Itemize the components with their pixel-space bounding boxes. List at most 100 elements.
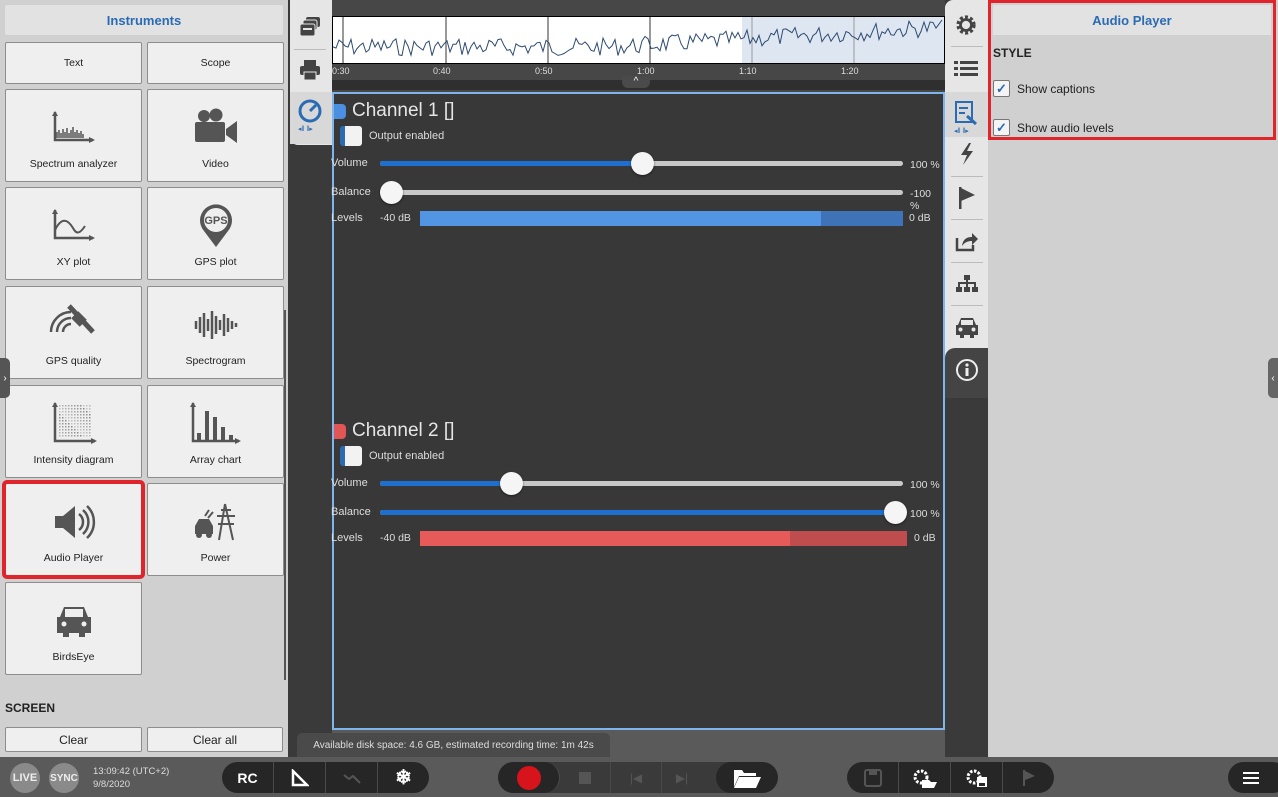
svg-text:◂‖ ‖▸: ◂‖ ‖▸ [298, 126, 313, 133]
instrument-tile-label: Audio Player [43, 552, 104, 564]
menu-list-button[interactable] [1228, 762, 1278, 793]
skip-forward-icon[interactable]: ▶| [662, 762, 702, 793]
instruments-panel: Instruments Text Scope Spectrum analyzer Vi… [0, 0, 288, 757]
instrument-tile-array-chart[interactable]: Array chart [147, 385, 284, 478]
instrument-tile-audio-player[interactable]: Audio Player [2, 480, 145, 579]
xy-plot-icon [6, 202, 141, 250]
option-checkbox[interactable]: ✓ [993, 119, 1010, 136]
freeze-snowflake-icon[interactable]: ❄ [378, 762, 429, 793]
instrument-tile-birdseye[interactable]: BirdsEye [5, 582, 142, 675]
timeline-tick-label: 0:50 [535, 66, 553, 76]
clear-button[interactable]: Clear [5, 727, 142, 752]
timeline-scroll-bar[interactable]: ^ [332, 76, 945, 90]
instrument-tile-label: Text [63, 57, 84, 69]
timeline-plot[interactable] [332, 16, 945, 64]
collapse-right-panel-tab[interactable]: ‹ [1268, 358, 1278, 398]
clock-time: 13:09:42 (UTC+2) [93, 766, 170, 777]
instrument-properties-icon[interactable]: ◂‖ ‖▸ [954, 100, 980, 137]
layers-icon[interactable] [298, 15, 322, 42]
screen-section-title: SCREEN [5, 701, 56, 715]
channel-color-swatch [334, 423, 346, 439]
volume-value: 100 % [910, 159, 940, 171]
instrument-tile-gps-quality[interactable]: GPS quality [5, 286, 142, 379]
audio-player-instrument: Channel 1 [] Output enabled Volume 100 %… [331, 92, 945, 730]
channel-name: Channel 2 [] [352, 420, 455, 441]
rc-button[interactable]: RC [222, 762, 274, 793]
instrument-tile-label: GPS quality [45, 355, 102, 367]
levels-min-label: -40 dB [380, 532, 411, 544]
channel-title: Channel 2 [] [334, 420, 454, 442]
instrument-tile-intensity-diagram[interactable]: Intensity diagram [5, 385, 142, 478]
collapse-timeline-icon[interactable]: ^ [622, 76, 650, 88]
balance-slider[interactable] [380, 190, 903, 195]
clear-all-button[interactable]: Clear all [147, 727, 283, 752]
satellite-icon [6, 301, 141, 349]
option-label: Show audio levels [1017, 121, 1114, 135]
spectrum-icon [6, 104, 141, 152]
left-toolbar: ◂‖ ‖▸ [288, 0, 332, 757]
hierarchy-icon[interactable] [955, 274, 979, 297]
output-enabled-label: Output enabled [369, 130, 445, 142]
output-enabled-checkbox[interactable] [340, 126, 362, 146]
save-setup-icon[interactable] [951, 762, 1003, 793]
instrument-tile-text[interactable]: Text [5, 42, 142, 84]
ruler-icon[interactable] [274, 762, 326, 793]
timeline[interactable]: 0:30 0:40 0:50 1:00 1:10 1:20 ^ [332, 0, 945, 92]
option-checkbox[interactable]: ✓ [993, 80, 1010, 97]
instrument-tile-gps-plot[interactable]: GPS GPS plot [147, 187, 284, 280]
instrument-tile-xy-plot[interactable]: XY plot [5, 187, 142, 280]
config-tools-group [847, 762, 1054, 793]
instrument-tile-scope[interactable]: Scope [147, 42, 284, 84]
volume-slider-handle[interactable] [499, 472, 523, 495]
balance-slider-handle[interactable] [884, 501, 907, 524]
lightning-icon[interactable] [957, 143, 977, 168]
properties-title: Audio Player [993, 5, 1271, 35]
settings-gear-icon[interactable] [955, 14, 977, 39]
live-button[interactable]: LIVE [10, 763, 40, 793]
instruments-scrollbar[interactable] [284, 310, 286, 680]
instrument-tile-power[interactable]: Power [147, 483, 284, 576]
instrument-tile-label: Intensity diagram [33, 454, 114, 466]
disk-space-status: Available disk space: 4.6 GB, estimated … [297, 733, 610, 757]
instrument-tile-video[interactable]: Video [147, 89, 284, 182]
balance-slider-handle[interactable] [380, 181, 403, 204]
folder-open-icon [734, 769, 761, 788]
timeline-tick-label: 1:10 [739, 66, 757, 76]
list-icon[interactable] [954, 58, 978, 83]
instrument-tile-spectrogram[interactable]: Spectrogram [147, 286, 284, 379]
svg-text:GPS: GPS [204, 215, 227, 227]
stop-icon[interactable] [560, 762, 611, 793]
car-icon [6, 597, 141, 645]
record-button[interactable] [498, 762, 560, 793]
audio-level-fill [420, 211, 821, 226]
printer-icon[interactable] [298, 58, 322, 85]
skip-back-icon[interactable]: |◀ [611, 762, 662, 793]
trend-icon[interactable] [326, 762, 378, 793]
instrument-tile-spectrum-analyzer[interactable]: Spectrum analyzer [5, 89, 142, 182]
menu-list-icon [1243, 771, 1259, 784]
output-enabled-checkbox[interactable] [340, 446, 362, 466]
event-flag-icon[interactable] [1003, 762, 1054, 793]
instrument-tile-label: Scope [200, 57, 231, 69]
instrument-tile-label: BirdsEye [52, 651, 95, 663]
instruments-title: Instruments [5, 5, 283, 35]
instrument-tile-label: GPS plot [194, 256, 237, 268]
car-icon[interactable] [954, 315, 980, 342]
sync-button[interactable]: SYNC [49, 763, 79, 793]
save-icon[interactable] [847, 762, 899, 793]
clock-date: 9/8/2020 [93, 779, 130, 790]
instrument-gauge-icon[interactable]: ◂‖ ‖▸ [296, 99, 324, 136]
levels-max-label: 0 dB [914, 532, 936, 544]
collapse-left-panel-tab[interactable]: › [0, 358, 10, 398]
load-setup-icon[interactable] [899, 762, 951, 793]
info-icon[interactable] [955, 358, 979, 385]
bottom-toolbar: LIVE SYNC 13:09:42 (UTC+2) 9/8/2020 RC ❄… [0, 757, 1278, 797]
levels-label: Levels [331, 532, 363, 544]
flag-icon[interactable] [958, 186, 976, 213]
export-share-icon[interactable] [955, 230, 979, 255]
volume-slider-handle[interactable] [630, 152, 654, 175]
volume-slider-fill [380, 161, 642, 166]
open-folder-button[interactable] [716, 762, 778, 793]
instrument-tile-label: Array chart [189, 454, 242, 466]
timeline-tick-label: 1:20 [841, 66, 859, 76]
